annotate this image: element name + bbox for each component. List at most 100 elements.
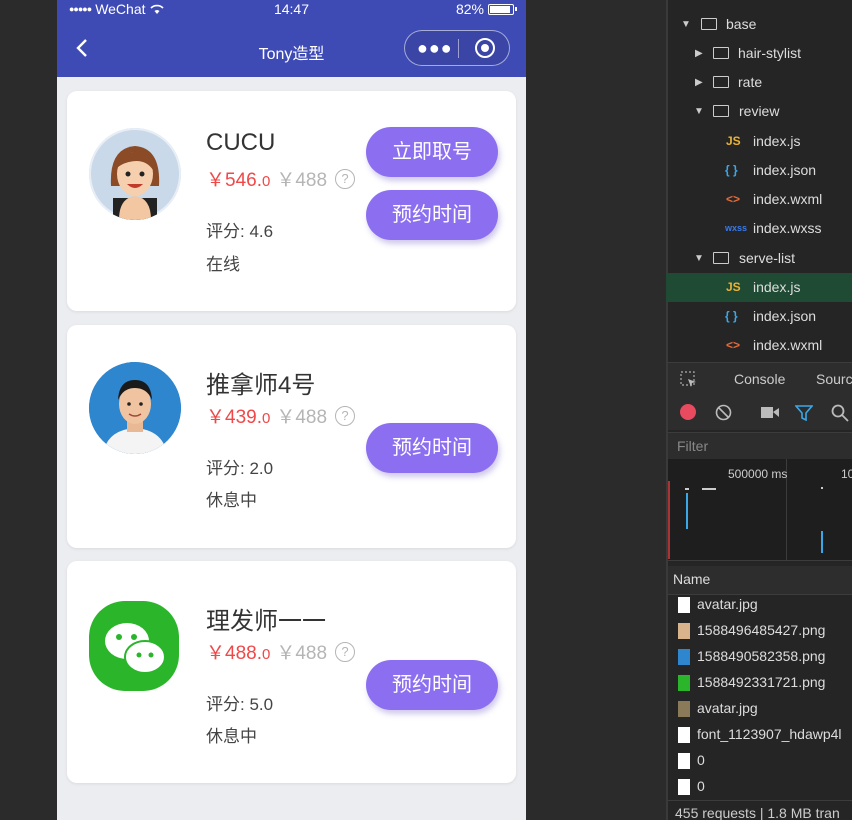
js-file-icon: JS bbox=[726, 280, 741, 294]
filter-input[interactable]: Filter bbox=[668, 432, 852, 459]
network-summary: 455 requests | 1.8 MB tran bbox=[668, 800, 852, 820]
rating-text: 评分: 2.0 bbox=[206, 459, 274, 478]
tree-file-index-js-active[interactable]: JS index.js bbox=[666, 273, 852, 302]
request-row[interactable]: avatar.jpg bbox=[668, 696, 852, 722]
original-price: ￥488 bbox=[276, 170, 328, 191]
request-row[interactable]: 1588496485427.png bbox=[668, 618, 852, 644]
devtools-panel: ▼ base ▶ hair-stylist ▶ rate ▼ review JS… bbox=[666, 0, 852, 820]
folder-open-icon bbox=[701, 18, 717, 30]
online-status: 休息中 bbox=[206, 491, 257, 510]
tree-file-index-js[interactable]: JS index.js bbox=[666, 127, 852, 156]
rating-text: 评分: 4.6 bbox=[206, 222, 274, 241]
avatar bbox=[89, 128, 181, 220]
close-miniprogram-icon[interactable] bbox=[475, 38, 495, 58]
tab-sources[interactable]: Sourc bbox=[816, 371, 852, 387]
image-thumbnail-icon bbox=[678, 701, 690, 717]
js-file-icon: JS bbox=[726, 134, 741, 148]
chevron-down-icon: ▼ bbox=[694, 106, 704, 117]
online-status: 在线 bbox=[206, 255, 240, 274]
stylist-name: 推拿师4号 bbox=[206, 372, 316, 399]
network-timeline: 500000 ms 10 bbox=[668, 459, 852, 561]
price-row: ￥488.0 ￥488 ? bbox=[206, 638, 356, 665]
file-icon bbox=[678, 597, 690, 613]
chevron-right-icon: ▶ bbox=[695, 77, 703, 88]
folder-open-icon bbox=[713, 252, 729, 264]
chevron-down-icon: ▼ bbox=[694, 253, 704, 264]
request-row[interactable]: 1588490582358.png bbox=[668, 644, 852, 670]
help-icon[interactable]: ? bbox=[335, 405, 356, 426]
wxss-file-icon: wxss bbox=[725, 223, 748, 233]
name-column-header[interactable]: Name bbox=[668, 566, 852, 595]
stylist-card[interactable]: CUCU ￥546.0 ￥488 ? 评分: 4.6 在线 立即取号 预约时间 bbox=[67, 91, 516, 311]
phone-simulator: ●●●●● WeChat 14:47 82% Tony造型 ●●● CUCU ￥… bbox=[57, 0, 526, 820]
request-row[interactable]: font_1123907_hdawp4l bbox=[668, 722, 852, 748]
video-camera-icon[interactable] bbox=[761, 406, 779, 419]
timeline-label: 500000 ms bbox=[728, 467, 788, 481]
tree-file-index-json[interactable]: { } index.json bbox=[666, 156, 852, 185]
nav-bar: Tony造型 ●●● bbox=[57, 20, 526, 77]
timeline-label: 10 bbox=[841, 467, 852, 481]
tree-folder-review[interactable]: ▼ review bbox=[666, 97, 852, 126]
book-time-button[interactable]: 预约时间 bbox=[366, 660, 498, 710]
request-row[interactable]: 0 bbox=[668, 774, 852, 800]
battery-percent: 82% bbox=[455, 1, 484, 17]
current-price: ￥488.0 bbox=[206, 643, 271, 664]
price-row: ￥439.0 ￥488 ? bbox=[206, 402, 356, 429]
filter-icon[interactable] bbox=[795, 405, 813, 421]
status-bar: ●●●●● WeChat 14:47 82% bbox=[57, 0, 526, 20]
wxml-file-icon: <> bbox=[726, 192, 741, 206]
tree-file-index-wxml[interactable]: <> index.wxml bbox=[666, 185, 852, 214]
inspect-icon[interactable] bbox=[680, 371, 698, 389]
tree-folder-serve-list[interactable]: ▼ serve-list bbox=[666, 244, 852, 273]
rating-text: 评分: 5.0 bbox=[206, 695, 274, 714]
file-icon bbox=[678, 727, 690, 743]
current-price: ￥546.0 bbox=[206, 170, 271, 191]
battery-icon bbox=[488, 3, 517, 15]
request-row[interactable]: 0 bbox=[668, 748, 852, 774]
json-file-icon: { } bbox=[725, 163, 738, 177]
devtools-tabbar: Console Sourc bbox=[668, 362, 852, 397]
avatar bbox=[89, 601, 179, 691]
help-icon[interactable]: ? bbox=[335, 168, 356, 189]
chevron-down-icon: ▼ bbox=[681, 19, 691, 30]
file-icon bbox=[678, 753, 690, 769]
tree-file-index-wxml[interactable]: <> index.wxml bbox=[666, 331, 852, 360]
request-row[interactable]: avatar.jpg bbox=[668, 592, 852, 618]
more-icon[interactable]: ●●● bbox=[417, 39, 453, 57]
clear-icon[interactable] bbox=[715, 404, 732, 421]
stylist-name: CUCU bbox=[206, 129, 276, 156]
price-row: ￥546.0 ￥488 ? bbox=[206, 165, 356, 192]
capsule-menu: ●●● bbox=[404, 30, 510, 66]
book-time-button[interactable]: 预约时间 bbox=[366, 190, 498, 240]
record-icon[interactable] bbox=[680, 404, 696, 420]
image-thumbnail-icon bbox=[678, 649, 690, 665]
network-toolbar bbox=[668, 396, 852, 430]
chevron-right-icon: ▶ bbox=[695, 48, 703, 59]
take-number-button[interactable]: 立即取号 bbox=[366, 127, 498, 177]
stylist-name: 理发师一一 bbox=[206, 608, 326, 635]
original-price: ￥488 bbox=[276, 643, 328, 664]
tree-file-index-json[interactable]: { } index.json bbox=[666, 302, 852, 331]
capsule-divider bbox=[458, 39, 459, 58]
book-time-button[interactable]: 预约时间 bbox=[366, 423, 498, 473]
wxml-file-icon: <> bbox=[726, 338, 741, 352]
image-thumbnail-icon bbox=[678, 675, 690, 691]
image-thumbnail-icon bbox=[678, 623, 690, 639]
request-row[interactable]: 1588492331721.png bbox=[668, 670, 852, 696]
stylist-card[interactable]: 理发师一一 ￥488.0 ￥488 ? 评分: 5.0 休息中 预约时间 bbox=[67, 561, 516, 783]
avatar bbox=[89, 362, 181, 454]
json-file-icon: { } bbox=[725, 309, 738, 323]
search-icon[interactable] bbox=[831, 404, 849, 422]
online-status: 休息中 bbox=[206, 727, 257, 746]
tree-folder-rate[interactable]: ▶ rate bbox=[666, 68, 852, 97]
folder-icon bbox=[713, 47, 729, 59]
help-icon[interactable]: ? bbox=[335, 641, 356, 662]
tree-folder-hair-stylist[interactable]: ▶ hair-stylist bbox=[666, 39, 852, 68]
tree-file-index-wxss[interactable]: wxss index.wxss bbox=[666, 214, 852, 243]
stylist-card[interactable]: 推拿师4号 ￥439.0 ￥488 ? 评分: 2.0 休息中 预约时间 bbox=[67, 325, 516, 548]
file-icon bbox=[678, 779, 690, 795]
folder-open-icon bbox=[713, 105, 729, 117]
tab-console[interactable]: Console bbox=[734, 371, 785, 387]
tree-folder-base[interactable]: ▼ base bbox=[666, 10, 852, 39]
folder-icon bbox=[713, 76, 729, 88]
